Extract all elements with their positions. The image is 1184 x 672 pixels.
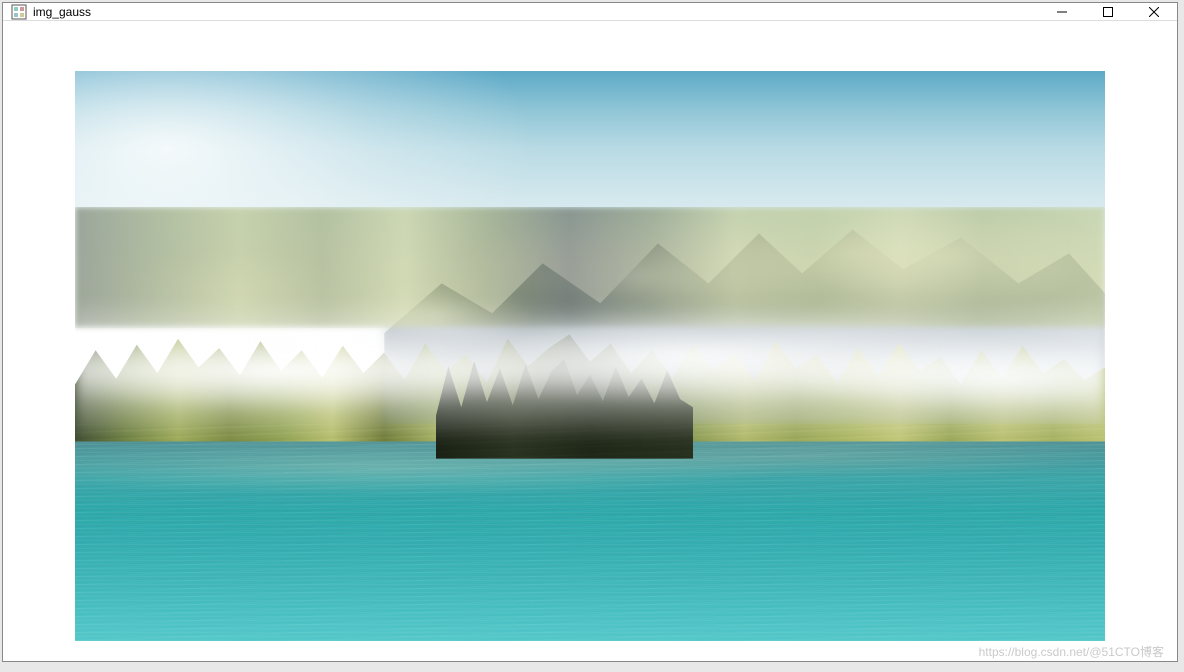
app-window: img_gauss <box>2 2 1178 662</box>
app-icon <box>11 4 27 20</box>
minimize-button[interactable] <box>1039 3 1085 20</box>
displayed-image <box>75 71 1105 641</box>
content-area <box>3 21 1177 661</box>
window-controls <box>1039 3 1177 20</box>
water-ripples <box>75 424 1105 641</box>
titlebar[interactable]: img_gauss <box>3 3 1177 21</box>
watermark-text: https://blog.csdn.net/@51CTO博客 <box>979 643 1164 660</box>
close-button[interactable] <box>1131 3 1177 20</box>
maximize-button[interactable] <box>1085 3 1131 20</box>
window-title: img_gauss <box>33 5 91 19</box>
fog-region <box>75 299 1105 442</box>
